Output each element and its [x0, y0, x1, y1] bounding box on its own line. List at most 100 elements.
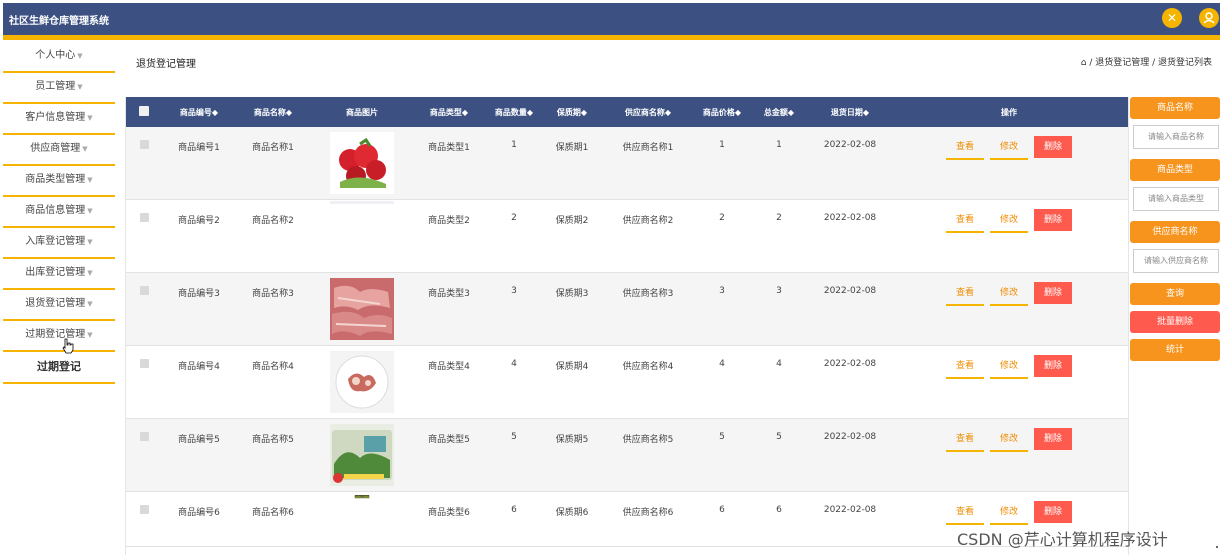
sidebar-item-label: 入库登记管理 — [25, 236, 86, 247]
sidebar-item-supplier[interactable]: 供应商管理 ▼ — [3, 135, 115, 166]
cell-shelf-life: 保质期3 — [544, 272, 600, 346]
supplier-name-input[interactable]: 请输入供应商名称 — [1133, 249, 1219, 273]
home-icon[interactable]: ⌂ — [1081, 58, 1087, 68]
sidebar-subitem-expired-registration[interactable]: 过期登记 — [3, 352, 115, 384]
edit-button[interactable]: 修改 — [990, 136, 1028, 160]
sidebar-item-staff[interactable]: 员工管理 ▼ — [3, 73, 115, 104]
product-name-input[interactable]: 请输入商品名称 — [1133, 125, 1219, 149]
select-all-checkbox[interactable] — [126, 97, 162, 127]
chevron-down-icon: ▼ — [87, 269, 93, 277]
sidebar-item-inbound[interactable]: 入库登记管理 ▼ — [3, 228, 115, 259]
batch-delete-button[interactable]: 批量删除 — [1130, 311, 1220, 333]
sidebar-item-label: 出库登记管理 — [25, 267, 86, 278]
user-icon[interactable] — [1199, 8, 1219, 28]
view-button[interactable]: 查看 — [946, 501, 984, 525]
edit-button[interactable]: 修改 — [990, 209, 1028, 233]
delete-button[interactable]: 删除 — [1034, 501, 1072, 523]
table-header-row: 商品编号◆ 商品名称◆ 商品图片 商品类型◆ 商品数量◆ 保质期◆ 供应商名称◆… — [126, 97, 1128, 127]
sidebar-item-returns[interactable]: 退货登记管理 ▼ — [3, 290, 115, 321]
cell-product-image — [310, 491, 414, 547]
cell-total: 5 — [748, 418, 810, 492]
cell-quantity: 2 — [484, 199, 544, 273]
edit-button[interactable]: 修改 — [990, 428, 1028, 452]
cell-product-image — [310, 127, 414, 200]
column-header[interactable]: 商品编号◆ — [162, 97, 236, 127]
settings-x-icon[interactable]: ✕ — [1162, 8, 1182, 28]
breadcrumb-text[interactable]: / 退货登记管理 / 退货登记列表 — [1089, 58, 1212, 68]
cell-return-date: 2022-02-08 — [810, 127, 890, 200]
row-checkbox[interactable] — [126, 272, 162, 346]
row-checkbox[interactable] — [126, 127, 162, 200]
sidebar-item-label: 客户信息管理 — [25, 112, 86, 123]
cell-product-name: 商品名称1 — [236, 127, 310, 200]
cell-product-type: 商品类型6 — [414, 491, 484, 547]
sidebar-item-product-type[interactable]: 商品类型管理 ▼ — [3, 166, 115, 197]
column-header[interactable]: 保质期◆ — [544, 97, 600, 127]
edit-button[interactable]: 修改 — [990, 501, 1028, 525]
column-header[interactable]: 商品价格◆ — [696, 97, 748, 127]
column-header[interactable]: 退货日期◆ — [810, 97, 890, 127]
hand-cursor-icon — [62, 338, 74, 354]
column-header: 商品图片 — [310, 97, 414, 127]
column-header[interactable]: 商品数量◆ — [484, 97, 544, 127]
cell-product-type: 商品类型5 — [414, 418, 484, 492]
view-button[interactable]: 查看 — [946, 355, 984, 379]
cell-quantity: 1 — [484, 127, 544, 200]
cell-shelf-life: 保质期1 — [544, 127, 600, 200]
cell-product-type: 商品类型3 — [414, 272, 484, 346]
column-header[interactable]: 总金额◆ — [748, 97, 810, 127]
sidebar-item-label: 员工管理 — [35, 81, 76, 92]
edit-button[interactable]: 修改 — [990, 355, 1028, 379]
cell-price: 5 — [696, 418, 748, 492]
cell-product-image — [310, 418, 414, 492]
sidebar-item-expired[interactable]: 过期登记管理 ▼ — [3, 321, 115, 352]
query-button[interactable]: 查询 — [1130, 283, 1220, 305]
cell-shelf-life: 保质期4 — [544, 345, 600, 419]
view-button[interactable]: 查看 — [946, 282, 984, 306]
view-button[interactable]: 查看 — [946, 428, 984, 452]
cell-product-name: 商品名称2 — [236, 199, 310, 273]
delete-button[interactable]: 删除 — [1034, 282, 1072, 304]
sidebar-item-label: 个人中心 — [35, 50, 76, 61]
row-checkbox[interactable] — [126, 345, 162, 419]
product-type-label: 商品类型 — [1130, 159, 1220, 181]
column-header[interactable]: 商品名称◆ — [236, 97, 310, 127]
cell-total: 2 — [748, 199, 810, 273]
cell-supplier: 供应商名称2 — [600, 199, 696, 273]
delete-button[interactable]: 删除 — [1034, 355, 1072, 377]
sidebar-item-customer[interactable]: 客户信息管理 ▼ — [3, 104, 115, 135]
row-checkbox[interactable] — [126, 418, 162, 492]
statistics-button[interactable]: 统计 — [1130, 339, 1220, 361]
row-checkbox[interactable] — [126, 199, 162, 273]
search-panel: 商品名称 请输入商品名称 商品类型 请输入商品类型 供应商名称 请输入供应商名称… — [1130, 97, 1220, 367]
cell-shelf-life: 保质期6 — [544, 491, 600, 547]
chevron-down-icon: ▼ — [82, 145, 88, 153]
delete-button[interactable]: 删除 — [1034, 136, 1072, 158]
cell-supplier: 供应商名称5 — [600, 418, 696, 492]
sidebar-item-outbound[interactable]: 出库登记管理 ▼ — [3, 259, 115, 290]
row-checkbox[interactable] — [126, 491, 162, 547]
sidebar-item-product-info[interactable]: 商品信息管理 ▼ — [3, 197, 115, 228]
cell-supplier: 供应商名称6 — [600, 491, 696, 547]
delete-button[interactable]: 删除 — [1034, 428, 1072, 450]
table-row: 商品编号4 商品名称4 商品类型4 4 保质期4 供应商名称4 4 4 2022-02-08 查看… — [126, 345, 1128, 419]
table-row: 商品编号3 商品名称3 商品类型3 3 保质期3 供应商名称3 3 3 2022-02-08 查看… — [126, 272, 1128, 346]
delete-button[interactable]: 删除 — [1034, 209, 1072, 231]
edit-button[interactable]: 修改 — [990, 282, 1028, 306]
chevron-down-icon: ▼ — [87, 300, 93, 308]
cell-product-code: 商品编号5 — [162, 418, 236, 492]
sidebar-item-label: 过期登记管理 — [25, 329, 86, 340]
cell-actions: 查看 修改 删除 — [890, 345, 1128, 419]
view-button[interactable]: 查看 — [946, 136, 984, 160]
cell-product-type: 商品类型4 — [414, 345, 484, 419]
cell-product-image — [310, 345, 414, 419]
product-type-input[interactable]: 请输入商品类型 — [1133, 187, 1219, 211]
view-button[interactable]: 查看 — [946, 209, 984, 233]
cell-return-date: 2022-02-08 — [810, 491, 890, 547]
chevron-down-icon: ▼ — [87, 176, 93, 184]
sidebar-item-personal-center[interactable]: 个人中心 ▼ — [3, 42, 115, 73]
cell-quantity: 5 — [484, 418, 544, 492]
column-header[interactable]: 商品类型◆ — [414, 97, 484, 127]
column-header[interactable]: 供应商名称◆ — [600, 97, 696, 127]
top-bar: 社区生鲜仓库管理系统 ✕ — [3, 3, 1220, 35]
